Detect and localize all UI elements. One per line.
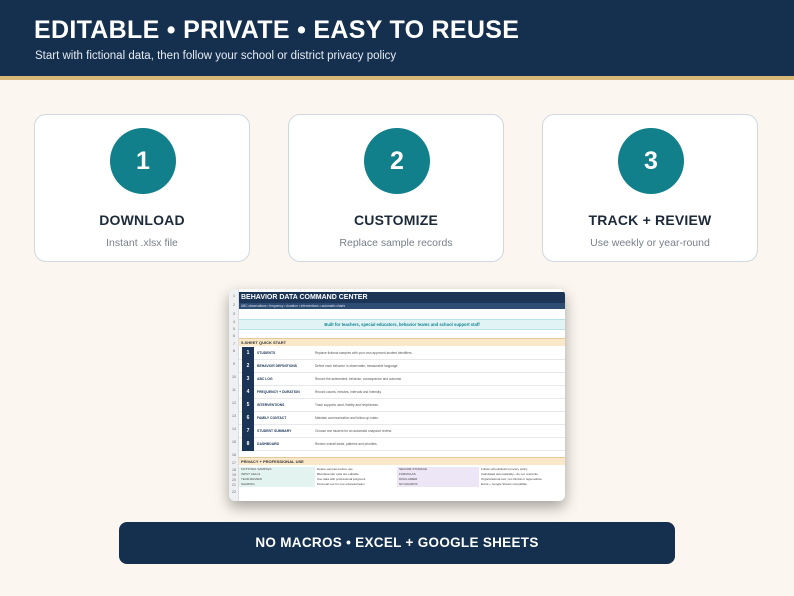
row-number: 5 (233, 327, 235, 331)
row-number: 19 (232, 473, 236, 477)
quickstart-number: 8 (242, 438, 254, 451)
quickstart-sheet-name: FREQUENCY + DURATION (257, 390, 300, 394)
step-number-badge: 1 (110, 128, 176, 194)
quickstart-row: 7 STUDENT SUMMARY Choose one student for a… (239, 425, 565, 438)
quickstart-number: 5 (242, 399, 254, 412)
privacy-cell: SHARING (239, 482, 315, 487)
step-title: DOWNLOAD (99, 212, 185, 228)
sheet-banner: Built for teachers, special educators, b… (239, 319, 565, 330)
row-number: 20 (232, 478, 236, 482)
step-number-badge: 2 (364, 128, 430, 194)
privacy-row: SHARING Personal use for one educator/tea… (239, 482, 565, 487)
row-number: 22 (232, 490, 236, 494)
step-number-badge: 3 (618, 128, 684, 194)
step-title: TRACK + REVIEW (588, 212, 712, 228)
sheet-subtitle: ABC observations • frequency • duration … (239, 303, 565, 309)
quickstart-row: 4 FREQUENCY + DURATION Record counts, minu… (239, 386, 565, 399)
quickstart-row: 6 FAMILY CONTACT Maintain communication an… (239, 412, 565, 425)
quickstart-row: 8 DASHBOARD Review overall totals, pattern… (239, 438, 565, 451)
sheet-title: BEHAVIOR DATA COMMAND CENTER (239, 292, 565, 303)
page-subtitle: Start with fictional data, then follow y… (35, 50, 397, 62)
row-number-column: 1 2 3 4 5 6 7 8 9 10 11 12 13 14 15 16 17 18 19 20 21 22 (229, 289, 239, 501)
quickstart-sheet-name: ABC LOG (257, 377, 273, 381)
row-number: 17 (232, 461, 236, 465)
row-number: 12 (232, 401, 236, 405)
quickstart-sheet-name: INTERVENTIONS (257, 403, 285, 407)
step-card-download: 1 DOWNLOAD Instant .xlsx file (34, 114, 250, 262)
quickstart-description: Replace fictional samples with your own … (315, 351, 413, 355)
quickstart-sheet-name: FAMILY CONTACT (257, 416, 287, 420)
quickstart-description: Review overall totals, patterns and prio… (315, 442, 378, 446)
step-description: Instant .xlsx file (106, 237, 178, 249)
step-card-track-review: 3 TRACK + REVIEW Use weekly or year-roun… (542, 114, 758, 262)
quickstart-number: 2 (242, 360, 254, 373)
quickstart-number: 1 (242, 347, 254, 360)
privacy-header: PRIVACY + PROFESSIONAL USE (239, 457, 565, 465)
row-number: 10 (232, 375, 236, 379)
row-number: 21 (232, 483, 236, 487)
row-number: 14 (232, 427, 236, 431)
quickstart-description: Choose one student for an automatic snap… (315, 429, 392, 433)
row-number: 18 (232, 468, 236, 472)
row-number: 6 (233, 334, 235, 338)
privacy-cell: NO MACROS (397, 482, 479, 487)
compatibility-banner: NO MACROS • EXCEL + GOOGLE SHEETS (119, 522, 675, 564)
header-accent-stripe (0, 76, 794, 80)
row-number: 9 (233, 362, 235, 366)
step-card-customize: 2 CUSTOMIZE Replace sample records (288, 114, 504, 262)
page-title: EDITABLE • PRIVATE • EASY TO REUSE (34, 16, 520, 44)
quickstart-description: Maintain communication and follow-up not… (315, 416, 379, 420)
privacy-cell: Personal use for one educator/team (317, 482, 365, 486)
quickstart-number: 4 (242, 386, 254, 399)
step-description: Replace sample records (339, 237, 453, 249)
quickstart-sheet-name: DASHBOARD (257, 442, 280, 446)
quickstart-description: Define each behavior in observable, meas… (315, 364, 399, 368)
row-number: 8 (233, 349, 235, 353)
quickstart-number: 7 (242, 425, 254, 438)
row-number: 1 (233, 294, 235, 298)
quickstart-sheet-name: BEHAVIOR DEFINITIONS (257, 364, 298, 368)
quickstart-header: 9-SHEET QUICK START (239, 338, 565, 346)
quickstart-sheet-name: STUDENTS (257, 351, 276, 355)
quickstart-sheet-name: STUDENT SUMMARY (257, 429, 292, 433)
quickstart-description: Record the antecedent, behavior, consequ… (315, 377, 403, 381)
row-number: 4 (233, 320, 235, 324)
row-number: 7 (233, 342, 235, 346)
row-number: 15 (232, 440, 236, 444)
row-number: 2 (233, 303, 235, 307)
quickstart-number: 6 (242, 412, 254, 425)
spreadsheet-preview: 1 2 3 4 5 6 7 8 9 10 11 12 13 14 15 16 17 18 19 20 21 22 BEHA… (229, 289, 565, 501)
privacy-cell: Excel + Google Sheets compatible (481, 482, 527, 486)
quickstart-description: Track supports used, fidelity and helpfu… (315, 403, 379, 407)
quickstart-row: 3 ABC LOG Record the antecedent, behavior,… (239, 373, 565, 386)
step-title: CUSTOMIZE (354, 212, 438, 228)
quickstart-row: 2 BEHAVIOR DEFINITIONS Define each behavio… (239, 360, 565, 373)
quickstart-row: 5 INTERVENTIONS Track supports used, fidel… (239, 399, 565, 412)
quickstart-number: 3 (242, 373, 254, 386)
row-number: 11 (232, 388, 236, 392)
quickstart-description: Record counts, minutes, intervals and in… (315, 390, 382, 394)
row-number: 3 (233, 312, 235, 316)
row-number: 16 (232, 453, 236, 457)
quickstart-row: 1 STUDENTS Replace fictional samples with … (239, 347, 565, 360)
step-description: Use weekly or year-round (590, 237, 710, 249)
row-number: 13 (232, 414, 236, 418)
